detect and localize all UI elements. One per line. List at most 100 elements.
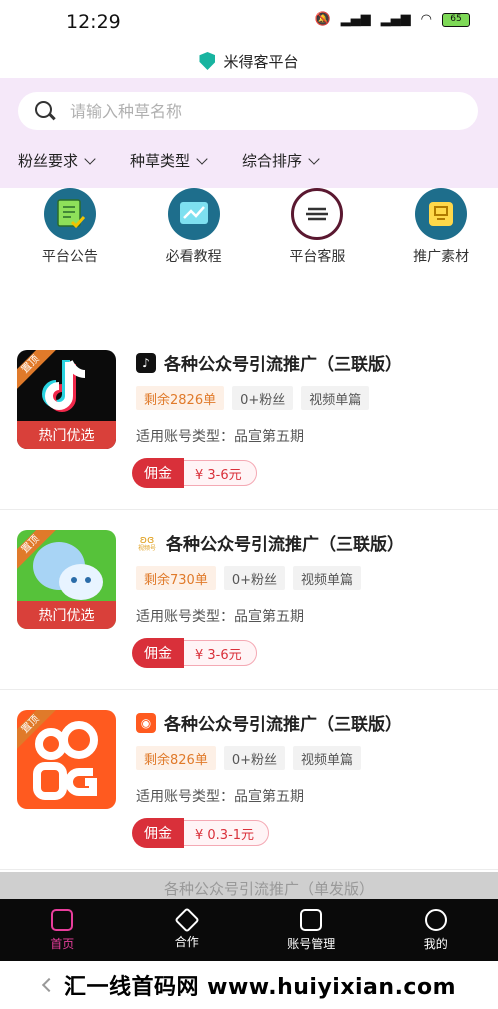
search-input[interactable] (70, 101, 450, 121)
account-type: 适用账号类型：品宣第五期 (136, 789, 304, 805)
quick-label: 必看教程 (165, 249, 222, 265)
status-icons: 🔕 ▂▄▆ ▂▄▆ ◠ 65 (314, 12, 470, 27)
fans-tag: 0+粉丝 (223, 566, 285, 590)
thumbnail: 置顶 热门优选 (17, 530, 116, 629)
commission-value: ¥ 3-6元 (178, 460, 257, 486)
signal-icon: ▂▄▆ (340, 12, 371, 27)
quick-item-tutorial[interactable]: 必看教程 (137, 188, 251, 278)
card-title: 各种公众号引流推广（三联版） (166, 535, 404, 555)
filter-type[interactable]: 种草类型 (130, 150, 208, 171)
tab-label: 首页 (50, 936, 75, 951)
chevron-down-icon (196, 152, 208, 165)
type-tag: 视频单篇 (301, 386, 370, 410)
tags: 剩余2826单 0+粉丝 视频单篇 (136, 386, 370, 410)
folder-icon (415, 188, 468, 240)
task-card[interactable]: 置顶 热门优选 ♪ 各种公众号引流推广（三联版） 剩余2826单 0+粉丝 视频… (0, 330, 498, 510)
quick-label: 推广素材 (413, 249, 470, 265)
status-bar: 12:29 🔕 ▂▄▆ ▂▄▆ ◠ 65 (0, 0, 498, 44)
butterfly-icon: ʚɞ (139, 532, 155, 546)
filter-label: 粉丝要求 (18, 152, 79, 170)
card-title: 各种公众号引流推广（三联版） (164, 715, 402, 735)
thumbnail: 置顶 (17, 710, 116, 809)
account-type: 适用账号类型：品宣第五期 (136, 429, 304, 445)
tab-label: 账号管理 (287, 936, 336, 951)
quick-label: 平台客服 (289, 249, 346, 265)
search-box[interactable] (18, 92, 478, 130)
app-header: 米得客平台 (0, 44, 498, 78)
shield-icon (199, 52, 216, 70)
bottom-tab-bar: 首页 合作 账号管理 我的 (0, 899, 498, 961)
platform-text: 视频号 (137, 544, 156, 552)
signal-icon-2: ▂▄▆ (380, 12, 411, 27)
tiktok-icon: ♪ (136, 352, 156, 373)
status-time: 12:29 (66, 11, 121, 33)
chat-icon (291, 188, 344, 240)
commission: 佣金 ¥ 3-6元 (132, 458, 257, 488)
remaining-tag: 剩余2826单 (136, 386, 225, 410)
back-icon[interactable] (41, 977, 57, 993)
fans-tag: 0+粉丝 (223, 746, 285, 770)
tags: 剩余826单 0+粉丝 视频单篇 (136, 746, 362, 770)
quick-item-material[interactable]: 推广素材 (384, 188, 498, 278)
partial-card: 各种公众号引流推广（单发版） (0, 872, 498, 900)
app-title: 米得客平台 (223, 52, 299, 71)
filter-bar: 粉丝要求 种草类型 综合排序 (18, 150, 320, 171)
wechat-channels-icon: ʚɞ 视频号 (136, 532, 158, 553)
thumb-ribbon: 热门优选 (17, 421, 116, 449)
tab-label: 合作 (174, 934, 199, 949)
tab-cooperate[interactable]: 合作 (125, 899, 250, 961)
remaining-tag: 剩余826单 (136, 746, 216, 770)
quick-menu: 平台公告 必看教程 平台客服 推广素材 (0, 188, 498, 278)
type-tag: 视频单篇 (293, 566, 362, 590)
quick-item-announcement[interactable]: 平台公告 (13, 188, 127, 278)
thumb-ribbon: 热门优选 (17, 601, 116, 629)
commission: 佣金 ¥ 0.3-1元 (132, 818, 270, 848)
chevron-down-icon (84, 152, 96, 165)
task-card[interactable]: 置顶 热门优选 ʚɞ 视频号 各种公众号引流推广（三联版） 剩余730单 0+粉… (0, 510, 498, 690)
tab-account[interactable]: 账号管理 (249, 899, 374, 961)
filter-fans[interactable]: 粉丝要求 (18, 150, 96, 171)
title-row: ♪ 各种公众号引流推广（三联版） (136, 350, 402, 375)
commission: 佣金 ¥ 3-6元 (132, 638, 257, 668)
type-tag: 视频单篇 (293, 746, 362, 770)
chart-icon (167, 188, 220, 240)
watermark-text: 汇一线首码网 www.huiyixian.com (64, 975, 457, 1000)
filter-label: 综合排序 (242, 152, 303, 170)
commission-value: ¥ 0.3-1元 (178, 820, 270, 846)
wifi-icon: ◠ (420, 12, 432, 27)
watermark: 汇一线首码网 www.huiyixian.com (0, 961, 498, 1009)
thumbnail: 置顶 热门优选 (17, 350, 116, 449)
task-card[interactable]: 置顶 ◉ 各种公众号引流推广（三联版） 剩余826单 0+粉丝 视频单篇 适用账… (0, 690, 498, 870)
tags: 剩余730单 0+粉丝 视频单篇 (136, 566, 362, 590)
home-icon (51, 908, 74, 931)
task-list: 置顶 热门优选 ♪ 各种公众号引流推广（三联版） 剩余2826单 0+粉丝 视频… (0, 330, 498, 870)
kuaishou-icon: ◉ (136, 712, 156, 733)
profile-icon (424, 908, 447, 931)
title-row: ʚɞ 视频号 各种公众号引流推广（三联版） (136, 530, 404, 555)
battery-icon: 65 (442, 12, 470, 27)
commission-label: 佣金 (132, 458, 184, 488)
chevron-down-icon (308, 152, 320, 165)
commission-label: 佣金 (132, 818, 184, 848)
commission-label: 佣金 (132, 638, 184, 668)
fans-tag: 0+粉丝 (232, 386, 294, 410)
account-icon (300, 908, 323, 931)
notebook-icon (43, 188, 96, 240)
filter-sort[interactable]: 综合排序 (242, 150, 320, 171)
tab-profile[interactable]: 我的 (374, 899, 498, 961)
mute-icon: 🔕 (314, 12, 331, 27)
cooperate-icon (174, 906, 200, 933)
filter-label: 种草类型 (130, 152, 191, 170)
commission-value: ¥ 3-6元 (178, 640, 257, 666)
filter-panel: 粉丝要求 种草类型 综合排序 (0, 78, 498, 188)
quick-item-service[interactable]: 平台客服 (261, 188, 375, 278)
search-icon (34, 100, 56, 122)
card-title: 各种公众号引流推广（三联版） (164, 355, 402, 375)
title-row: ◉ 各种公众号引流推广（三联版） (136, 710, 402, 735)
tab-label: 我的 (423, 936, 448, 951)
partial-card-title: 各种公众号引流推广（单发版） (164, 880, 375, 898)
tab-home[interactable]: 首页 (0, 899, 125, 961)
quick-label: 平台公告 (41, 249, 98, 265)
account-type: 适用账号类型：品宣第五期 (136, 609, 304, 625)
remaining-tag: 剩余730单 (136, 566, 216, 590)
